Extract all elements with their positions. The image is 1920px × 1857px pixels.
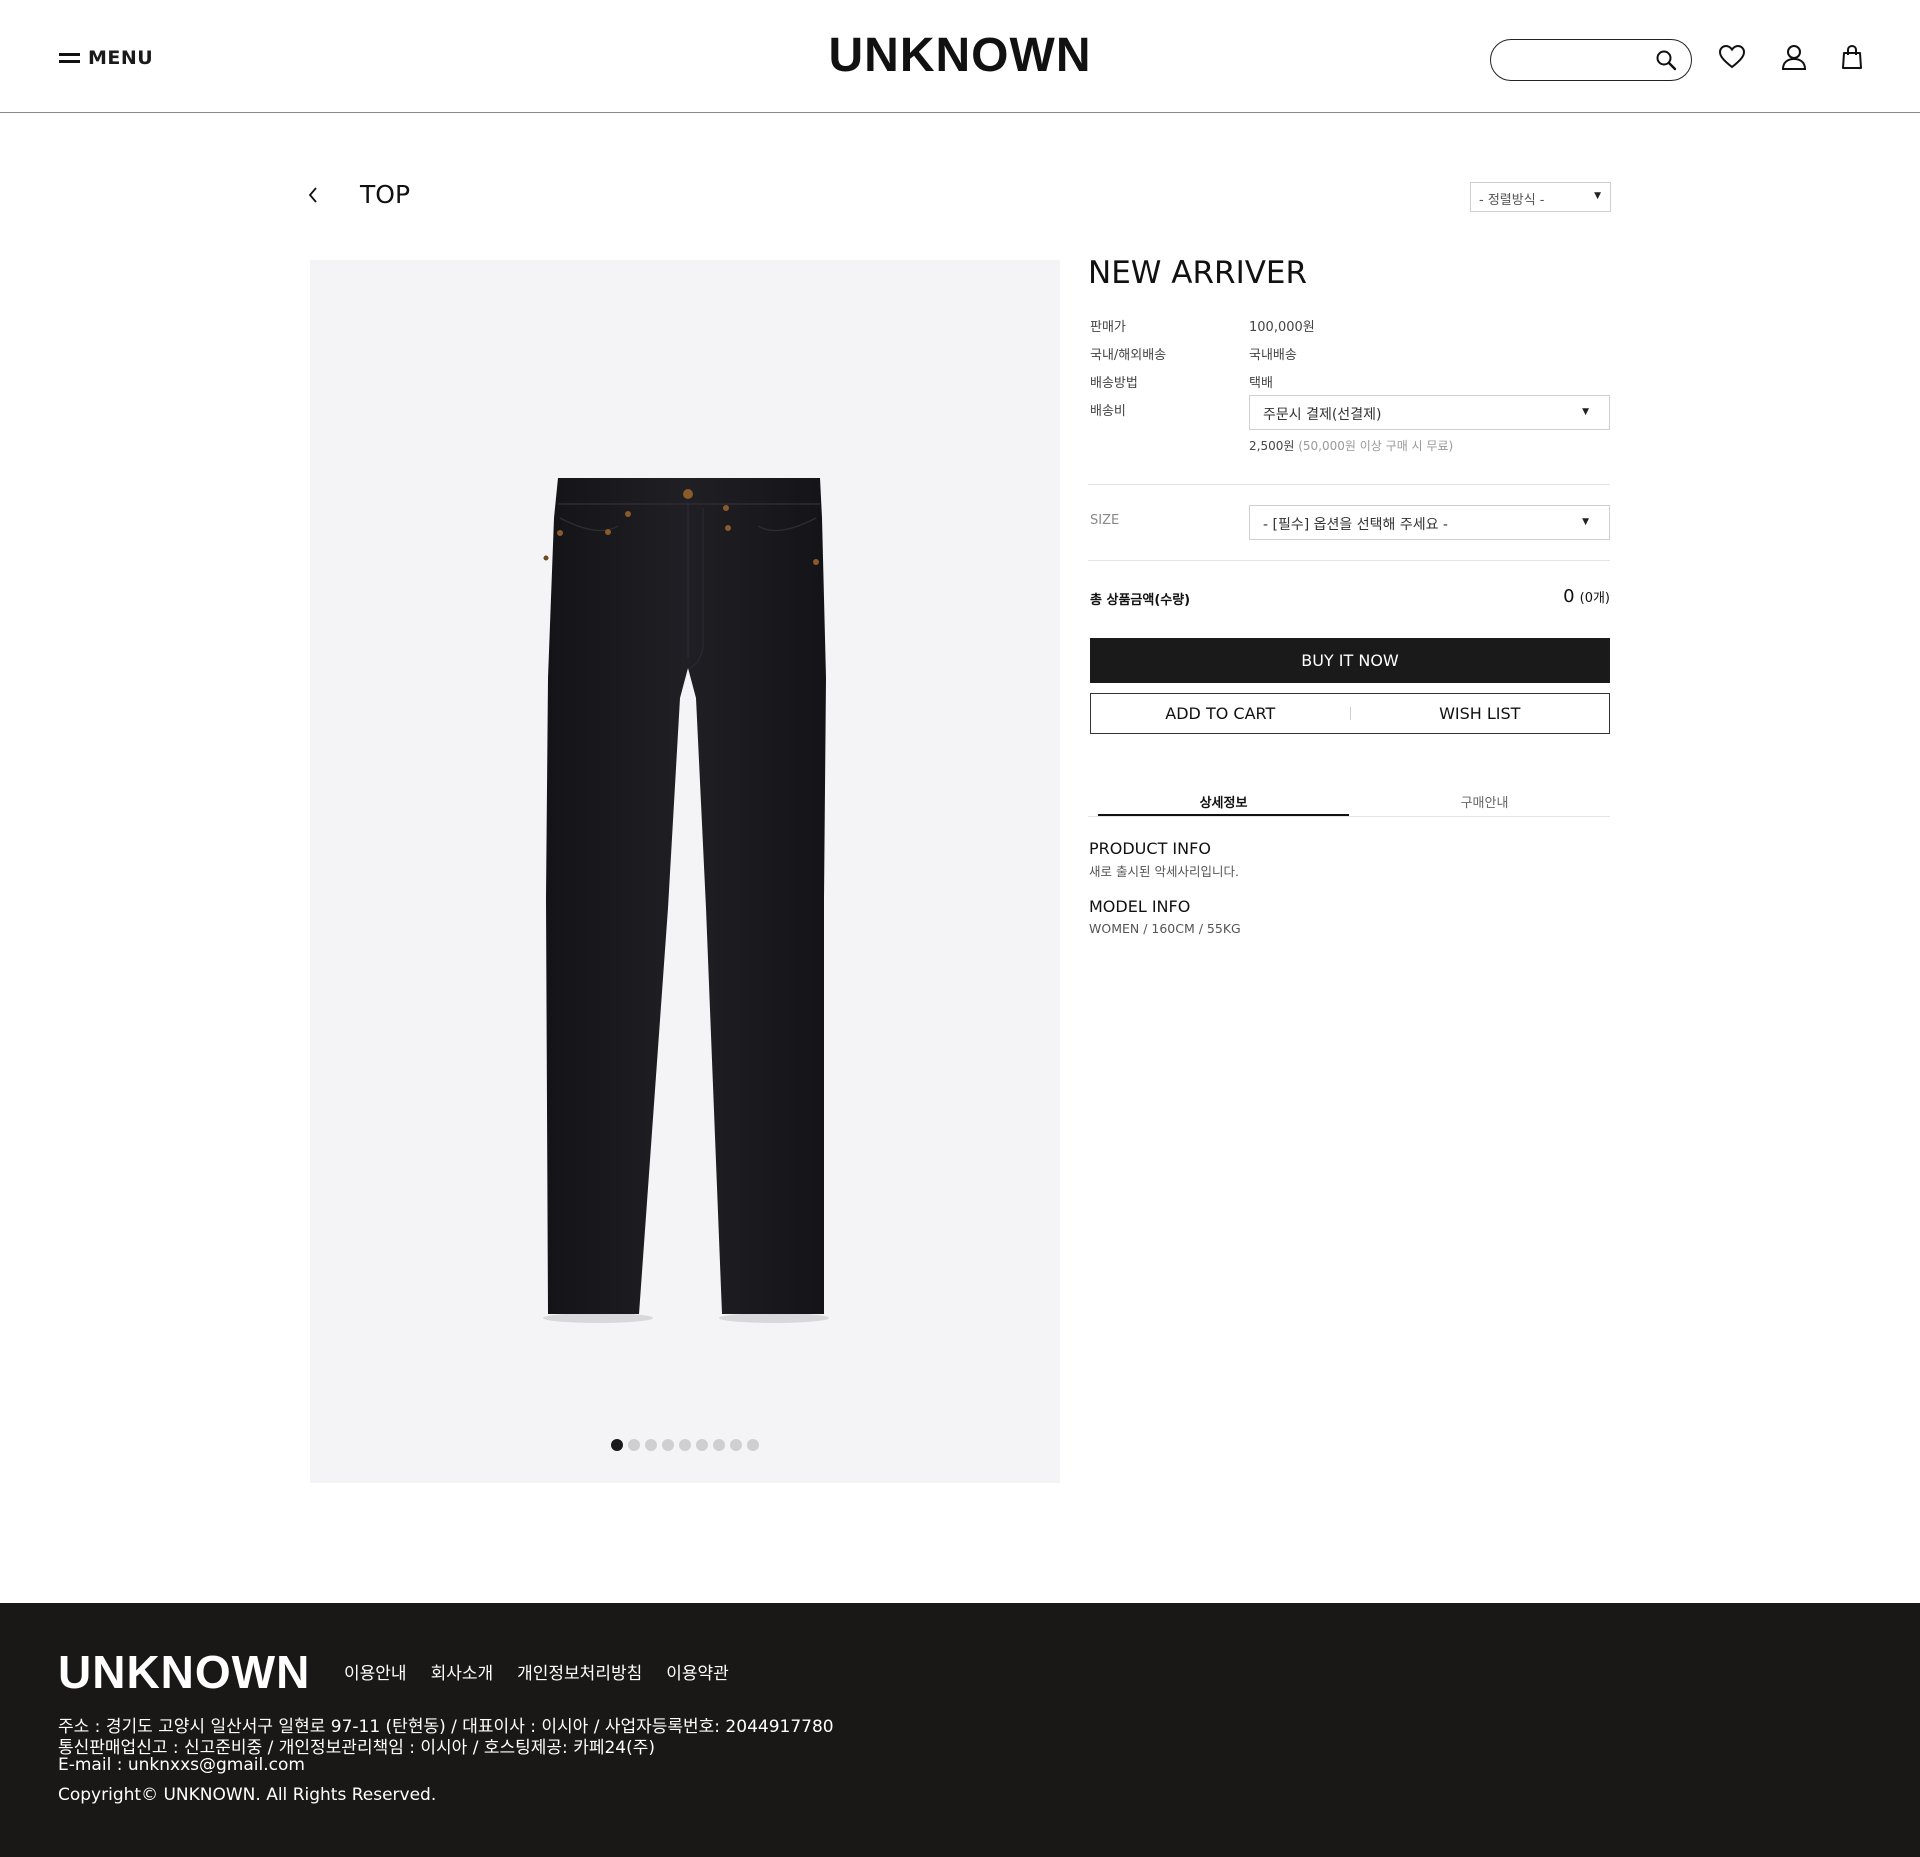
size-label: SIZE — [1090, 513, 1120, 528]
model-info-text: WOMEN / 160CM / 55KG — [1089, 921, 1241, 936]
gallery-dot[interactable] — [713, 1439, 725, 1451]
back-chevron-icon[interactable] — [307, 186, 319, 204]
total-price: 0 (0개) — [1563, 586, 1610, 607]
gallery-dot[interactable] — [747, 1439, 759, 1451]
footer-link-guide[interactable]: 이용안내 — [344, 1659, 407, 1684]
shopping-bag-icon[interactable] — [1841, 44, 1863, 70]
total-price-value: 0 — [1563, 586, 1575, 607]
footer-link-privacy[interactable]: 개인정보처리방침 — [517, 1659, 642, 1684]
tab-purchase-guide[interactable]: 구매안내 — [1359, 787, 1610, 816]
delivery-type-value: 국내배송 — [1249, 348, 1297, 363]
cart-wish-button-group: ADD TO CART WISH LIST — [1090, 693, 1610, 734]
free-shipping-condition: (50,000원 이상 구매 시 무료) — [1298, 439, 1454, 453]
site-header: MENU UNKNOWN — [0, 0, 1920, 113]
site-footer: UNKNOWN 이용안내 회사소개 개인정보처리방침 이용약관 주소 : 경기도… — [0, 1603, 1920, 1857]
footer-email: E-mail : unknxxs@gmail.com — [58, 1755, 305, 1775]
gallery-pagination — [310, 1439, 1060, 1451]
dropdown-arrow-icon: ▼ — [1582, 407, 1589, 417]
total-price-label: 총 상품금액(수량) — [1090, 593, 1191, 608]
search-icon[interactable] — [1655, 49, 1677, 71]
gallery-dot[interactable] — [662, 1439, 674, 1451]
gallery-dot[interactable] — [679, 1439, 691, 1451]
product-image-gallery[interactable] — [310, 260, 1060, 1483]
footer-links: 이용안내 회사소개 개인정보처리방침 이용약관 — [344, 1659, 729, 1684]
footer-copyright: Copyright© UNKNOWN. All Rights Reserved. — [58, 1785, 437, 1805]
price-value: 100,000원 — [1249, 320, 1315, 335]
delivery-type-label: 국내/해외배송 — [1090, 348, 1167, 363]
dropdown-arrow-icon: ▼ — [1582, 517, 1589, 527]
gallery-dot[interactable] — [611, 1439, 623, 1451]
sort-select[interactable]: - 정렬방식 - ▼ — [1470, 182, 1611, 212]
shipping-fee-label: 배송비 — [1090, 404, 1126, 419]
buy-it-now-button[interactable]: BUY IT NOW — [1090, 638, 1610, 683]
wish-list-button[interactable]: WISH LIST — [1351, 694, 1610, 733]
product-detail-tabs: 상세정보 구매안내 — [1088, 787, 1610, 817]
gallery-dot[interactable] — [730, 1439, 742, 1451]
shipping-payment-select-value: 주문시 결제(선결제) — [1263, 407, 1382, 423]
gallery-dot[interactable] — [645, 1439, 657, 1451]
sort-select-label: - 정렬방식 - — [1479, 193, 1545, 208]
footer-logo[interactable]: UNKNOWN — [58, 1645, 310, 1699]
black-jeans-product-image — [543, 478, 829, 1323]
footer-link-terms[interactable]: 이용약관 — [666, 1659, 729, 1684]
product-info-text: 새로 출시된 악세사리입니다. — [1089, 864, 1239, 879]
dropdown-arrow-icon: ▼ — [1594, 191, 1601, 201]
gallery-dot[interactable] — [628, 1439, 640, 1451]
size-option-select-value: - [필수] 옵션을 선택해 주세요 - — [1263, 517, 1448, 533]
gallery-dot[interactable] — [696, 1439, 708, 1451]
heart-icon[interactable] — [1718, 44, 1746, 70]
total-quantity: (0개) — [1579, 591, 1610, 606]
divider — [1088, 484, 1610, 485]
size-option-select[interactable]: - [필수] 옵션을 선택해 주세요 - ▼ — [1249, 505, 1610, 540]
shipping-fee-note: 2,500원 (50,000원 이상 구매 시 무료) — [1249, 437, 1453, 454]
search-input[interactable] — [1507, 40, 1657, 78]
add-to-cart-button[interactable]: ADD TO CART — [1091, 694, 1350, 733]
user-icon[interactable] — [1781, 44, 1807, 70]
delivery-method-value: 택배 — [1249, 376, 1273, 391]
product-name: NEW ARRIVER — [1088, 255, 1308, 291]
price-label: 판매가 — [1090, 320, 1126, 335]
search-box — [1490, 39, 1692, 81]
category-title: TOP — [360, 180, 411, 209]
model-info-title: MODEL INFO — [1089, 897, 1191, 916]
divider — [1088, 560, 1610, 561]
tab-detail-info[interactable]: 상세정보 — [1098, 787, 1349, 816]
delivery-method-label: 배송방법 — [1090, 376, 1138, 391]
shipping-fee-amount: 2,500원 — [1249, 439, 1295, 453]
product-info-title: PRODUCT INFO — [1089, 839, 1211, 858]
shipping-payment-select[interactable]: 주문시 결제(선결제) ▼ — [1249, 395, 1610, 430]
footer-link-company[interactable]: 회사소개 — [431, 1659, 494, 1684]
